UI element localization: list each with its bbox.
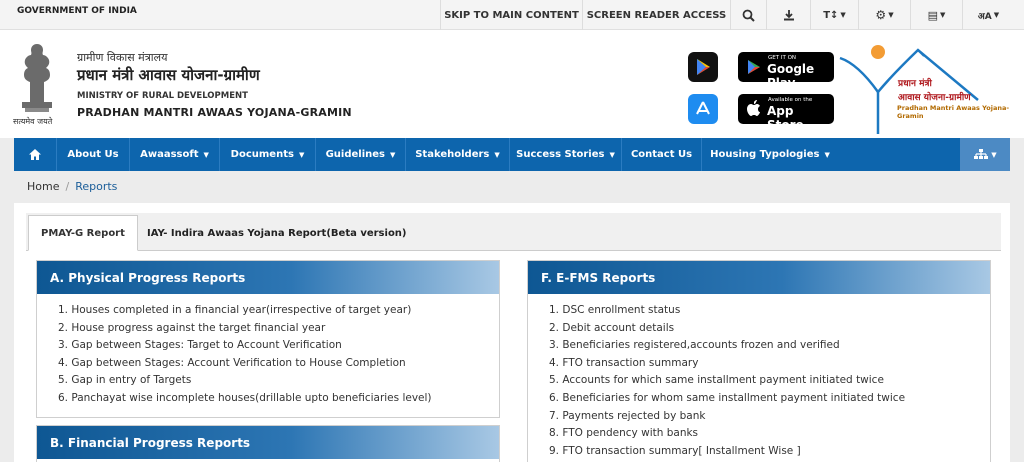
nav-label: Stakeholders — [415, 149, 490, 160]
report-link[interactable]: 8. FTO pendency with banks — [549, 425, 990, 443]
language-icon: अA — [977, 11, 992, 22]
chevron-down-icon: ▼ — [940, 11, 946, 19]
apple-icon — [747, 100, 760, 116]
chevron-down-icon: ▼ — [991, 150, 997, 159]
report-link[interactable]: 3. Gap between Stages: Target to Account… — [58, 337, 499, 355]
nav-label: About Us — [67, 149, 119, 160]
ministry-name: MINISTRY OF RURAL DEVELOPMENT — [77, 91, 248, 101]
report-tabs: PMAY-G Report IAY- Indira Awaas Yojana R… — [26, 213, 1001, 251]
report-link[interactable]: 2. Debit account details — [549, 320, 990, 338]
financial-progress-panel: B. Financial Progress Reports — [36, 425, 500, 462]
chevron-down-icon: ▼ — [494, 150, 500, 159]
play-store-app-icon[interactable] — [688, 52, 718, 82]
breadcrumb-separator: / — [65, 180, 70, 193]
sitemap-icon — [974, 148, 989, 159]
report-link[interactable]: 1. Houses completed in a financial year(… — [58, 302, 499, 320]
logo-hindi-line1: प्रधान मंत्री — [898, 79, 932, 89]
google-play-small-text: GET IT ON — [768, 55, 797, 61]
nav-success-stories[interactable]: Success Stories ▼ — [510, 138, 622, 171]
home-nav-button[interactable] — [14, 138, 57, 171]
chevron-down-icon: ▼ — [298, 150, 305, 159]
hindi-scheme-name: प्रधान मंत्री आवास योजना-ग्रामीण — [77, 66, 260, 84]
breadcrumb-home-link[interactable]: Home — [27, 180, 59, 193]
report-link[interactable]: 2. House progress against the target fin… — [58, 320, 499, 338]
chevron-down-icon: ▼ — [888, 11, 894, 19]
sitemap-dropdown[interactable]: ▼ — [960, 138, 1010, 171]
nav-label: Guidelines — [325, 149, 385, 160]
national-emblem-icon — [22, 44, 52, 112]
report-link[interactable]: 6. Panchayat wise incomplete houses(dril… — [58, 390, 499, 408]
contrast-icon: ⚙ — [875, 8, 887, 22]
share-icon: ▤ — [927, 8, 938, 22]
emblem-caption: सत्यमेव जयते — [13, 117, 53, 126]
efms-panel: F. E-FMS Reports 1. DSC enrollment statu… — [527, 260, 991, 462]
physical-progress-panel: A. Physical Progress Reports 1. Houses c… — [36, 260, 500, 418]
report-link[interactable]: 7. Payments rejected by bank — [549, 408, 990, 426]
nav-documents[interactable]: Documents ▼ — [220, 138, 316, 171]
report-link[interactable]: 4. FTO transaction summary — [549, 355, 990, 373]
tab-iay-report[interactable]: IAY- Indira Awaas Yojana Report(Beta ver… — [147, 215, 407, 251]
nav-about-us[interactable]: About Us — [57, 138, 130, 171]
home-icon — [29, 149, 41, 160]
google-play-big-text: Google Play — [767, 62, 815, 90]
physical-progress-list: 1. Houses completed in a financial year(… — [37, 294, 499, 408]
download-icon[interactable] — [766, 0, 810, 30]
report-link[interactable]: 5. Gap in entry of Targets — [58, 372, 499, 390]
chevron-down-icon: ▼ — [390, 150, 396, 159]
chevron-down-icon: ▼ — [824, 150, 830, 159]
top-strip: GOVERNMENT OF INDIA SKIP TO MAIN CONTENT… — [0, 0, 1024, 30]
google-play-badge[interactable]: GET IT ON Google Play — [738, 52, 834, 90]
chevron-down-icon: ▼ — [203, 150, 209, 159]
report-link[interactable]: 5. Accounts for which same installment p… — [549, 372, 990, 390]
search-icon[interactable] — [730, 0, 766, 30]
breadcrumb: Home / Reports — [27, 180, 117, 193]
nav-label: Contact Us — [630, 149, 693, 160]
language-dropdown[interactable]: अA ▼ — [962, 0, 1014, 30]
nav-label: Success Stories — [516, 149, 605, 160]
scheme-name: PRADHAN MANTRI AWAAS YOJANA-GRAMIN — [77, 106, 352, 119]
contrast-dropdown[interactable]: ⚙ ▼ — [858, 0, 910, 30]
app-store-small-text: Available on the — [768, 97, 813, 103]
nav-awaassoft[interactable]: Awaassoft ▼ — [130, 138, 220, 171]
main-content: PMAY-G Report IAY- Indira Awaas Yojana R… — [14, 203, 1010, 462]
report-link[interactable]: 9. FTO transaction summary[ Installment … — [549, 443, 990, 461]
breadcrumb-current: Reports — [75, 180, 118, 193]
app-store-app-icon[interactable] — [688, 94, 718, 124]
government-of-india-label: GOVERNMENT OF INDIA — [17, 6, 137, 16]
google-play-icon — [748, 60, 760, 74]
report-link[interactable]: 6. Beneficiaries for whom same installme… — [549, 390, 990, 408]
nav-housing-typologies[interactable]: Housing Typologies ▼ — [702, 138, 838, 171]
app-store-badge[interactable]: Available on the App Store — [738, 94, 834, 132]
efms-title: F. E-FMS Reports — [528, 261, 990, 294]
report-link[interactable]: 1. DSC enrollment status — [549, 302, 990, 320]
physical-progress-title: A. Physical Progress Reports — [37, 261, 499, 294]
app-store-big-text: App Store — [767, 104, 804, 132]
pmayg-logo-icon — [839, 45, 979, 134]
logo-english: Pradhan Mantri Awaas Yojana-Gramin — [897, 104, 1010, 120]
chevron-down-icon: ▼ — [609, 150, 615, 159]
financial-progress-title: B. Financial Progress Reports — [37, 426, 499, 459]
tab-pmayg-report[interactable]: PMAY-G Report — [28, 215, 138, 251]
nav-label: Housing Typologies — [710, 149, 820, 160]
nav-stakeholders[interactable]: Stakeholders ▼ — [406, 138, 510, 171]
nav-contact-us[interactable]: Contact Us — [622, 138, 702, 171]
social-dropdown[interactable]: ▤ ▼ — [910, 0, 962, 30]
report-link[interactable]: 4. Gap between Stages: Account Verificat… — [58, 355, 499, 373]
nav-label: Documents — [230, 149, 294, 160]
report-link[interactable]: 3. Beneficiaries registered,accounts fro… — [549, 337, 990, 355]
main-navigation: About Us Awaassoft ▼ Documents ▼ Guideline… — [14, 138, 1010, 171]
text-size-icon: T↕ — [823, 9, 839, 21]
chevron-down-icon: ▼ — [993, 11, 1000, 19]
screen-reader-access-link[interactable]: SCREEN READER ACCESS — [582, 0, 730, 30]
chevron-down-icon: ▼ — [840, 11, 846, 19]
nav-label: Awaassoft — [140, 149, 199, 160]
site-header: सत्यमेव जयते ग्रामीण विकास मंत्रालय प्रध… — [0, 30, 1024, 138]
hindi-ministry-name: ग्रामीण विकास मंत्रालय — [77, 51, 168, 64]
text-size-dropdown[interactable]: T↕ ▼ — [810, 0, 858, 30]
skip-to-main-content-link[interactable]: SKIP TO MAIN CONTENT — [440, 0, 582, 30]
efms-list: 1. DSC enrollment status 2. Debit accoun… — [528, 294, 990, 460]
nav-guidelines[interactable]: Guidelines ▼ — [316, 138, 406, 171]
logo-hindi-line2: आवास योजना-ग्रामीण — [898, 93, 971, 103]
